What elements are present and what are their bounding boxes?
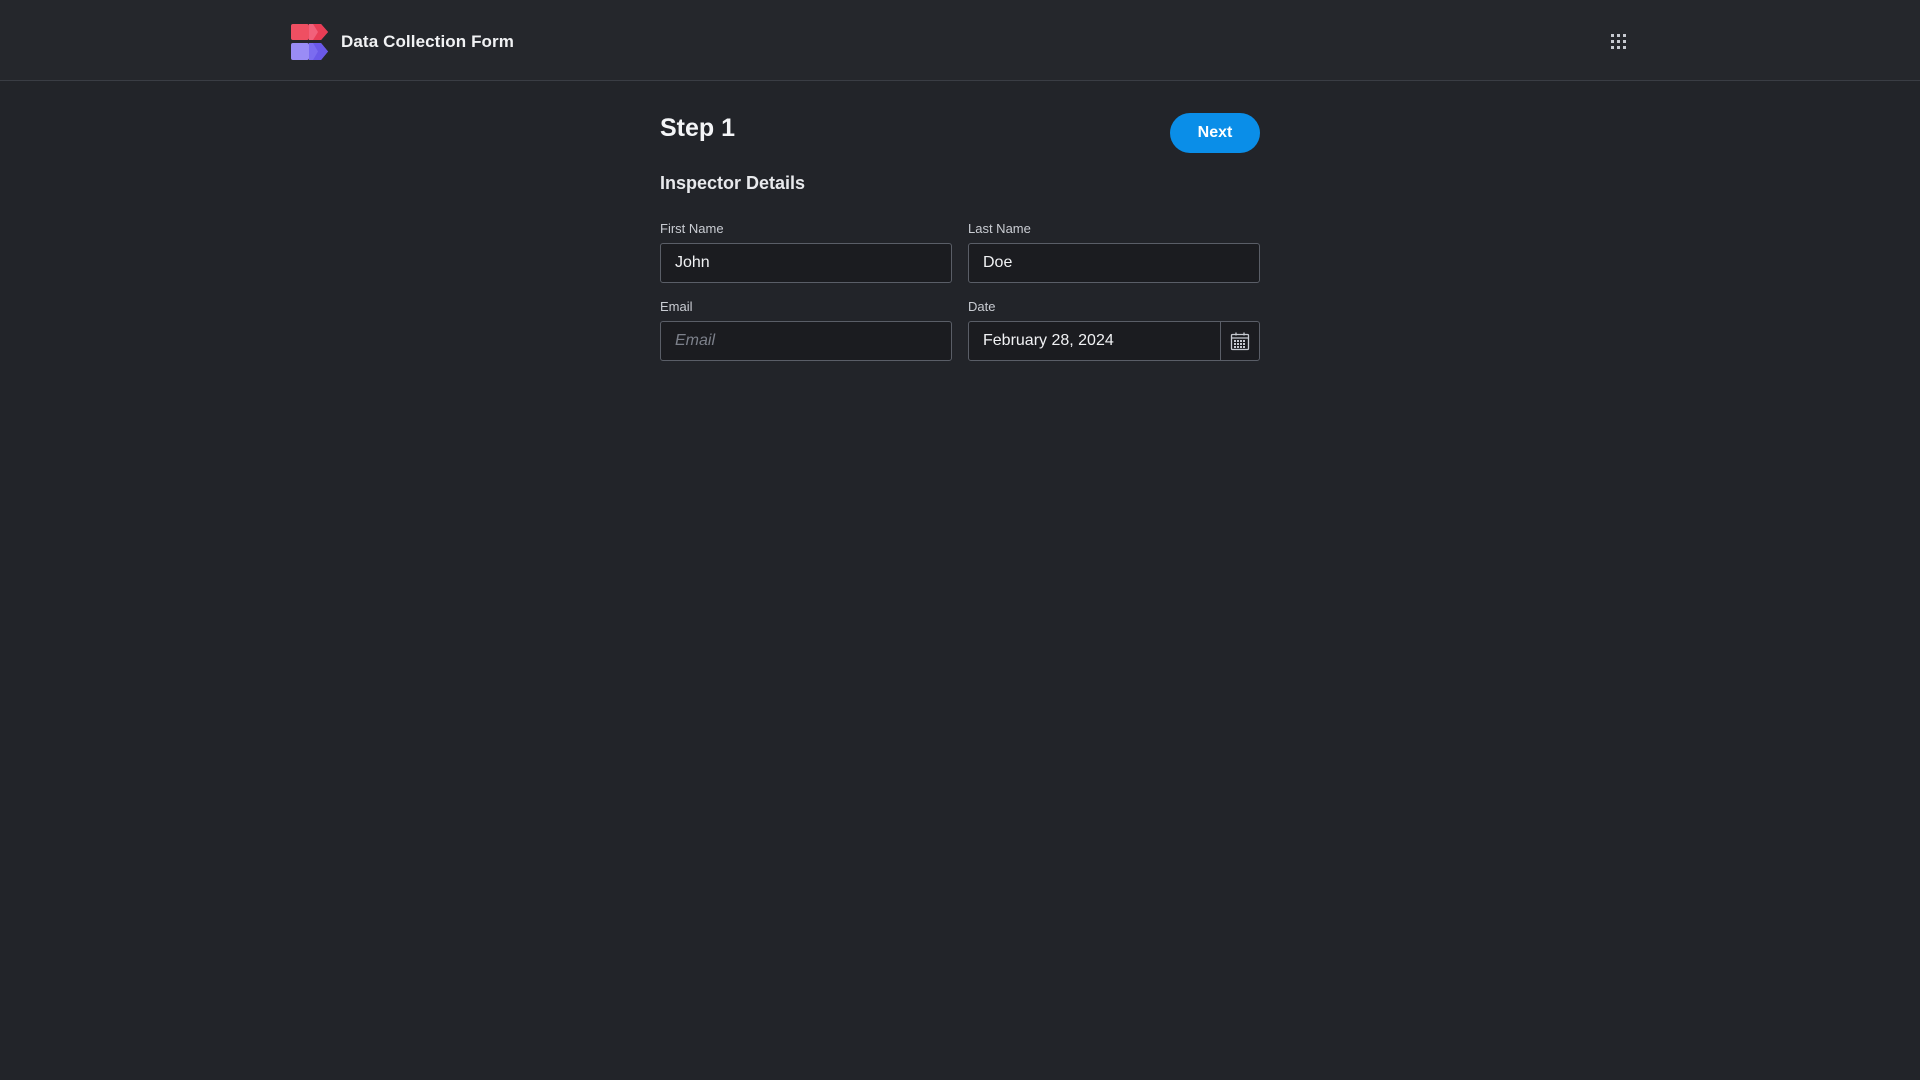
app-logo bbox=[291, 24, 328, 60]
calendar-button[interactable] bbox=[1220, 322, 1259, 360]
step-title: Step 1 bbox=[660, 114, 736, 142]
last-name-label: Last Name bbox=[968, 221, 1031, 236]
last-name-field: Last Name bbox=[968, 220, 1260, 283]
top-bar: Data Collection Form bbox=[0, 0, 1920, 81]
email-label: Email bbox=[660, 299, 693, 314]
first-name-field: First Name bbox=[660, 220, 952, 283]
grid-menu-button[interactable] bbox=[1606, 29, 1630, 53]
date-label: Date bbox=[968, 299, 996, 314]
first-name-label: First Name bbox=[660, 221, 724, 236]
next-button[interactable]: Next bbox=[1170, 113, 1260, 153]
grid-menu-icon bbox=[1610, 33, 1626, 49]
calendar-icon bbox=[1230, 332, 1250, 351]
date-field: Date February 28, 2024 bbox=[968, 298, 1260, 361]
brand[interactable]: Data Collection Form bbox=[291, 23, 514, 61]
app-title: Data Collection Form bbox=[341, 32, 514, 51]
last-name-input[interactable] bbox=[968, 243, 1260, 283]
date-input[interactable]: February 28, 2024 bbox=[968, 321, 1260, 361]
section-title: Inspector Details bbox=[660, 173, 806, 193]
date-value[interactable]: February 28, 2024 bbox=[969, 332, 1220, 350]
email-field: Email bbox=[660, 298, 952, 361]
email-input[interactable] bbox=[660, 321, 952, 361]
first-name-input[interactable] bbox=[660, 243, 952, 283]
